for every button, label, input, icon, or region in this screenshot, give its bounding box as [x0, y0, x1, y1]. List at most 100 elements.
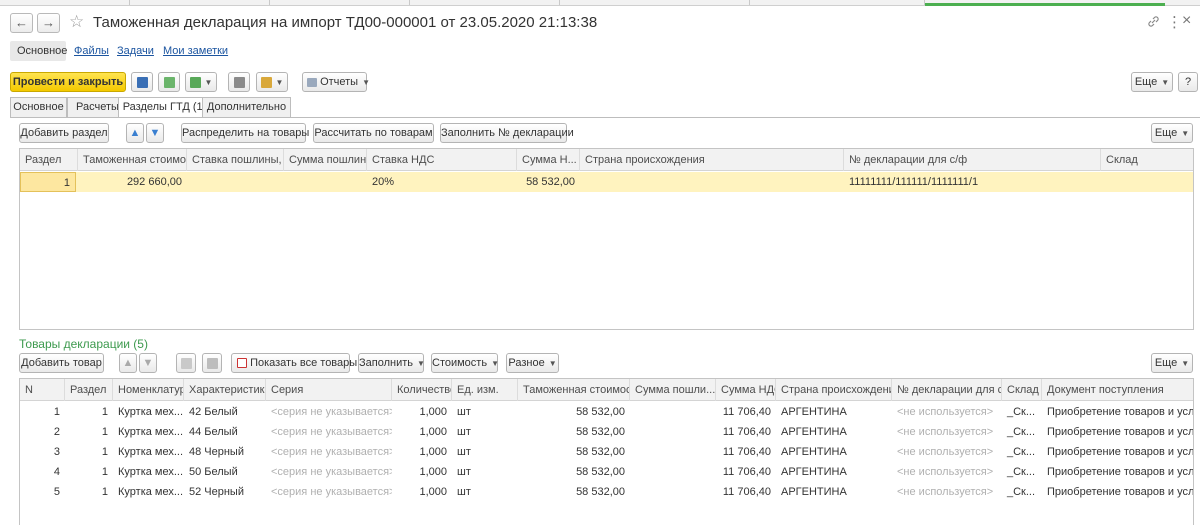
- more-button[interactable]: Еще ▼: [1131, 72, 1173, 92]
- table-row[interactable]: 3 1 Куртка мех... 48 Черный <серия не ук…: [20, 442, 1193, 462]
- cell-country[interactable]: АРГЕНТИНА: [776, 462, 892, 482]
- cell-declaration-number[interactable]: <не используется>: [892, 482, 1002, 502]
- cell-warehouse[interactable]: _Ск...: [1002, 442, 1042, 462]
- cell-country[interactable]: АРГЕНТИНА: [776, 422, 892, 442]
- copy-button[interactable]: [176, 353, 196, 373]
- cell-declaration-number[interactable]: 11111111/111111/1111111/1: [844, 172, 1101, 192]
- tab-additional[interactable]: Дополнительно: [202, 97, 291, 117]
- back-button[interactable]: ←: [10, 13, 33, 33]
- help-button[interactable]: ?: [1178, 72, 1198, 92]
- col-section[interactable]: Раздел: [65, 379, 113, 401]
- open-windows-strip[interactable]: [0, 0, 1200, 6]
- cell-customs-value[interactable]: 58 532,00: [518, 442, 630, 462]
- cell-section[interactable]: 1: [65, 442, 113, 462]
- col-quantity[interactable]: Количество: [392, 379, 452, 401]
- cell-series[interactable]: <серия не указывается>: [266, 462, 392, 482]
- cell-country[interactable]: [580, 172, 844, 192]
- show-all-goods-button[interactable]: Показать все товары: [231, 353, 357, 373]
- col-receipt-document[interactable]: Документ поступления: [1042, 379, 1193, 401]
- col-duty-sum[interactable]: Сумма пошлины: [284, 149, 367, 171]
- goods-move-down-button[interactable]: ▼: [139, 353, 157, 373]
- table-row[interactable]: 2 1 Куртка мех... 44 Белый <серия не ука…: [20, 422, 1193, 442]
- col-declaration-number[interactable]: № декларации для с/ф: [844, 149, 1101, 171]
- cell-customs-value[interactable]: 58 532,00: [518, 402, 630, 422]
- cell-quantity[interactable]: 1,000: [392, 422, 452, 442]
- cell-customs-value[interactable]: 58 532,00: [518, 482, 630, 502]
- cell-section[interactable]: 1: [65, 402, 113, 422]
- cell-vat-sum[interactable]: 11 706,40: [716, 462, 776, 482]
- cell-warehouse[interactable]: _Ск...: [1002, 402, 1042, 422]
- cell-quantity[interactable]: 1,000: [392, 442, 452, 462]
- cell-customs-value[interactable]: 58 532,00: [518, 422, 630, 442]
- col-warehouse[interactable]: Склад: [1002, 379, 1042, 401]
- table-row[interactable]: 1 1 Куртка мех... 42 Белый <серия не ука…: [20, 402, 1193, 422]
- cell-unit[interactable]: шт: [452, 462, 518, 482]
- cell-vat-sum[interactable]: 11 706,40: [716, 402, 776, 422]
- cell-declaration-number[interactable]: <не используется>: [892, 462, 1002, 482]
- col-n[interactable]: N: [20, 379, 65, 401]
- open-window-tab[interactable]: [750, 0, 925, 5]
- close-icon[interactable]: ×: [1182, 12, 1191, 30]
- cell-country[interactable]: АРГЕНТИНА: [776, 442, 892, 462]
- cell-duty-rate[interactable]: [187, 172, 284, 192]
- col-customs-value[interactable]: Таможенная стоимость: [78, 149, 187, 171]
- cell-duty-sum[interactable]: [630, 422, 716, 442]
- cell-receipt-document[interactable]: Приобретение товаров и услуг...: [1042, 462, 1193, 482]
- cell-vat-rate[interactable]: 20%: [367, 172, 517, 192]
- cell-item[interactable]: Куртка мех...: [113, 402, 184, 422]
- favorite-star-icon[interactable]: ☆: [69, 12, 84, 32]
- col-vat-sum[interactable]: Сумма Н...: [517, 149, 580, 171]
- cell-quantity[interactable]: 1,000: [392, 482, 452, 502]
- cell-warehouse[interactable]: _Ск...: [1002, 482, 1042, 502]
- cell-vat-sum[interactable]: 11 706,40: [716, 442, 776, 462]
- cell-quantity[interactable]: 1,000: [392, 462, 452, 482]
- cell-receipt-document[interactable]: Приобретение товаров и услуг...: [1042, 482, 1193, 502]
- post-button[interactable]: [158, 72, 180, 92]
- col-duty-rate[interactable]: Ставка пошлины, %: [187, 149, 284, 171]
- forward-button[interactable]: →: [37, 13, 60, 33]
- move-up-button[interactable]: ▲: [126, 123, 144, 143]
- cell-declaration-number[interactable]: <не используется>: [892, 442, 1002, 462]
- cell-warehouse[interactable]: _Ск...: [1002, 462, 1042, 482]
- cell-duty-sum[interactable]: [630, 482, 716, 502]
- cell-receipt-document[interactable]: Приобретение товаров и услуг...: [1042, 402, 1193, 422]
- fill-button[interactable]: Заполнить ▼: [358, 353, 425, 373]
- col-declaration-number[interactable]: № декларации для с/ф: [892, 379, 1002, 401]
- cell-vat-sum[interactable]: 11 706,40: [716, 482, 776, 502]
- cell-unit[interactable]: шт: [452, 482, 518, 502]
- cell-customs-value[interactable]: 292 660,00: [78, 172, 187, 192]
- cell-warehouse[interactable]: [1101, 172, 1193, 192]
- add-item-button[interactable]: Добавить товар: [19, 353, 104, 373]
- cell-quantity[interactable]: 1,000: [392, 402, 452, 422]
- cell-receipt-document[interactable]: Приобретение товаров и услуг...: [1042, 422, 1193, 442]
- cell-series[interactable]: <серия не указывается>: [266, 422, 392, 442]
- cell-duty-sum[interactable]: [630, 462, 716, 482]
- col-warehouse[interactable]: Склад: [1101, 149, 1193, 171]
- sections-more-button[interactable]: Еще ▼: [1151, 123, 1193, 143]
- cell-characteristic[interactable]: 52 Черный: [184, 482, 266, 502]
- reports-button[interactable]: Отчеты ▼: [302, 72, 370, 92]
- col-characteristic[interactable]: Характеристика: [184, 379, 266, 401]
- tab-gtd-sections[interactable]: Разделы ГТД (1): [118, 97, 211, 118]
- nav-files[interactable]: Файлы: [74, 41, 109, 61]
- cell-section[interactable]: 1: [65, 482, 113, 502]
- open-window-tab[interactable]: [130, 0, 270, 5]
- table-row[interactable]: 4 1 Куртка мех... 50 Белый <серия не ука…: [20, 462, 1193, 482]
- nav-main[interactable]: Основное: [10, 41, 67, 61]
- cell-characteristic[interactable]: 42 Белый: [184, 402, 266, 422]
- cell-unit[interactable]: шт: [452, 442, 518, 462]
- cell-series[interactable]: <серия не указывается>: [266, 482, 392, 502]
- create-based-on-button[interactable]: ▼: [185, 72, 217, 92]
- open-window-tab[interactable]: [410, 0, 560, 5]
- cell-duty-sum[interactable]: [630, 442, 716, 462]
- col-customs-value[interactable]: Таможенная стоимость: [518, 379, 630, 401]
- cell-series[interactable]: <серия не указывается>: [266, 442, 392, 462]
- cell-section[interactable]: 1: [65, 422, 113, 442]
- cell-country[interactable]: АРГЕНТИНА: [776, 402, 892, 422]
- cell-characteristic[interactable]: 48 Черный: [184, 442, 266, 462]
- cell-characteristic[interactable]: 50 Белый: [184, 462, 266, 482]
- table-row[interactable]: 1 292 660,00 20% 58 532,00 11111111/1111…: [20, 172, 1193, 192]
- col-section[interactable]: Раздел: [20, 149, 78, 171]
- cell-vat-sum[interactable]: 58 532,00: [517, 172, 580, 192]
- col-unit[interactable]: Ед. изм.: [452, 379, 518, 401]
